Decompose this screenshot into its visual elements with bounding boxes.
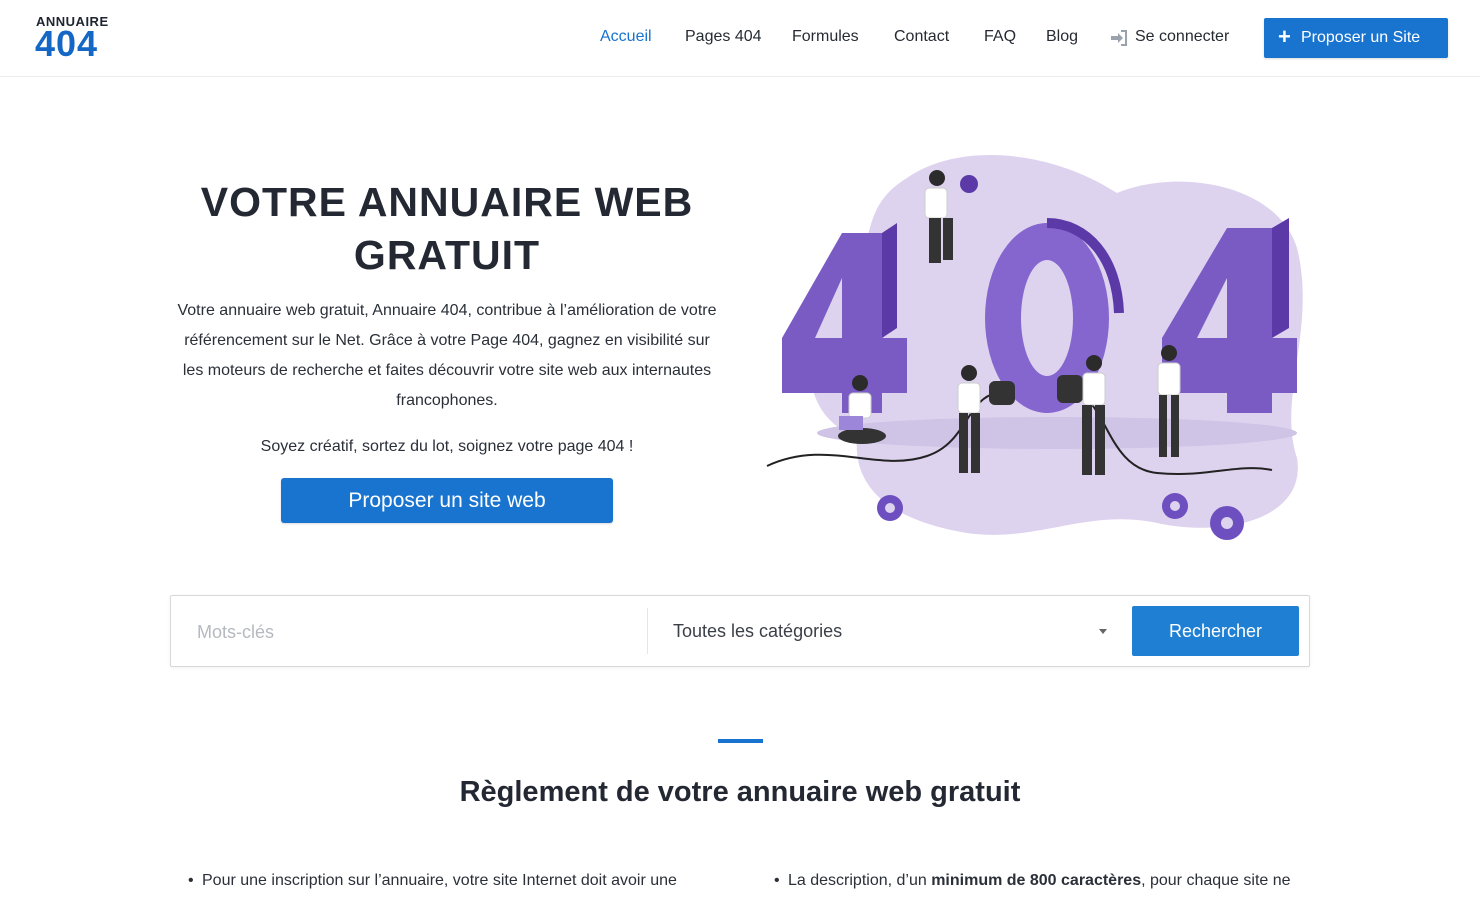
nav-item-formules[interactable]: Formules (792, 28, 859, 46)
category-select-value: Toutes les catégories (673, 621, 843, 641)
nav-item-blog[interactable]: Blog (1046, 28, 1078, 46)
hero-title-line1: VOTRE ANNUAIRE WEB (200, 179, 694, 225)
category-select[interactable]: Toutes les catégories (649, 606, 1114, 656)
propose-site-label: Proposer un Site (1301, 29, 1421, 46)
socket-icon (1057, 375, 1083, 403)
bullet-icon: • (774, 872, 780, 889)
site-header: ANNUAIRE 404 Accueil Pages 404 Formules … (0, 0, 1480, 77)
plug-icon (989, 381, 1015, 405)
propose-site-button[interactable]: + Proposer un Site (1264, 18, 1448, 58)
login-link[interactable]: Se connecter (1135, 28, 1229, 46)
site-logo[interactable]: ANNUAIRE 404 (35, 14, 116, 64)
search-button[interactable]: Rechercher (1132, 606, 1299, 656)
404-illustration (766, 155, 1303, 540)
rule-text-left: Pour une inscription sur l’annuaire, vot… (202, 872, 677, 889)
hero-description: Votre annuaire web gratuit, Annuaire 404… (177, 302, 717, 409)
rules-title: Règlement de votre annuaire web gratuit (459, 776, 1021, 808)
hero-subline: Soyez créatif, sortez du lot, soignez vo… (260, 438, 634, 455)
chevron-down-icon (1099, 629, 1107, 634)
rule-text-right-pre: La description, d’un (788, 872, 932, 889)
keywords-input[interactable] (181, 606, 665, 658)
hero-title-line2: GRATUIT (353, 232, 541, 278)
hero-title: VOTRE ANNUAIRE WEB GRATUIT (182, 176, 712, 282)
hero-propose-button[interactable]: Proposer un site web (281, 478, 613, 523)
nav-item-pages-404[interactable]: Pages 404 (685, 28, 762, 46)
nav-item-accueil[interactable]: Accueil (600, 28, 652, 46)
rule-text-right-bold: minimum de 800 caractères (931, 872, 1142, 889)
logo-number: 404 (35, 23, 99, 64)
rule-text-right-post: , pour chaque site ne (1141, 872, 1291, 889)
plus-icon: + (1278, 24, 1291, 49)
section-accent-bar (718, 739, 763, 743)
rule-text-right: La description, d’un minimum de 800 cara… (788, 868, 1308, 894)
bullet-icon: • (188, 872, 194, 889)
digit-four-left (782, 223, 907, 413)
sign-in-icon[interactable] (1110, 30, 1128, 46)
search-bar: Toutes les catégories Rechercher (170, 595, 1310, 667)
nav-item-faq[interactable]: FAQ (984, 28, 1016, 46)
nav-item-contact[interactable]: Contact (894, 28, 949, 46)
search-divider (647, 608, 648, 654)
